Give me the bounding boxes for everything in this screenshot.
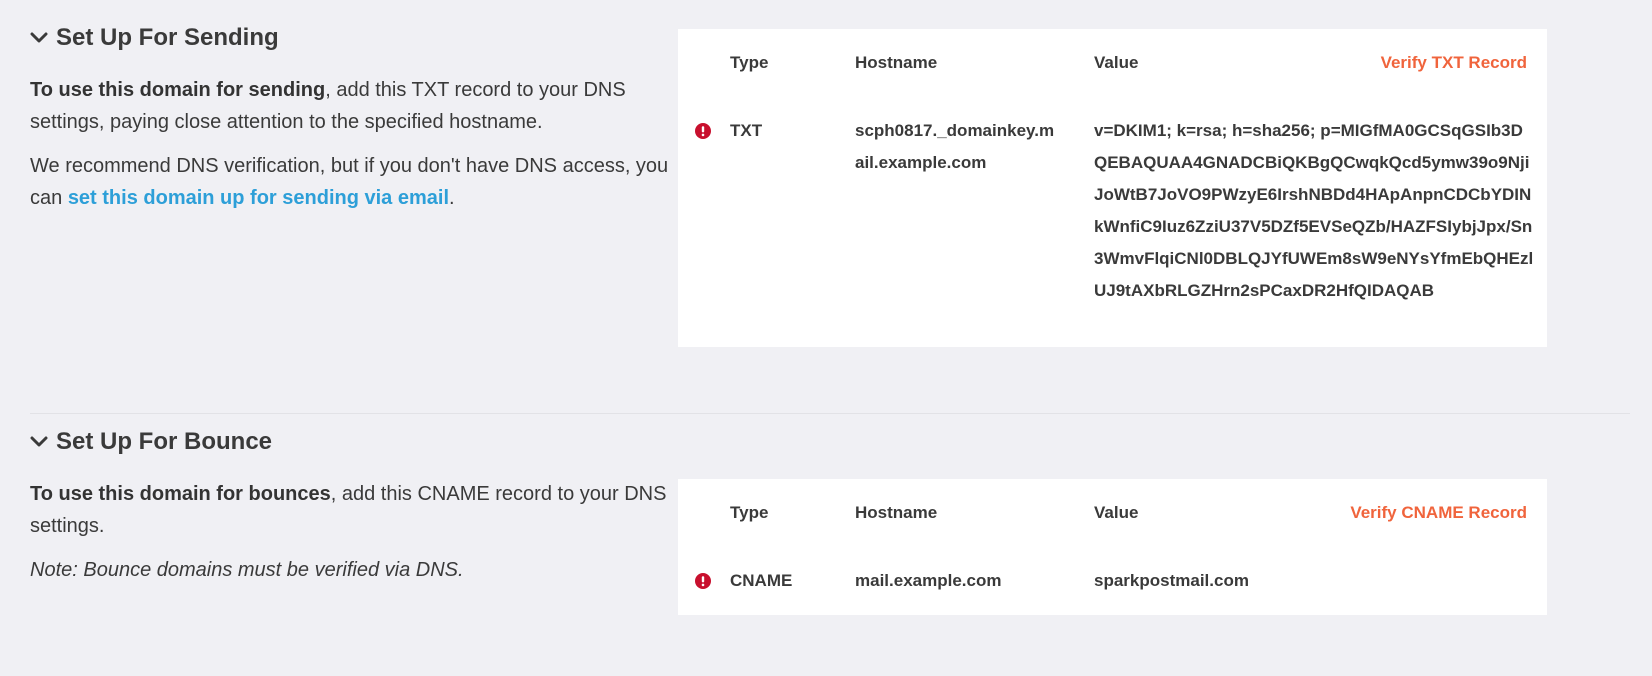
error-icon: [695, 123, 711, 139]
sending-heading-label: Set Up For Sending: [56, 24, 279, 51]
error-icon: [695, 573, 711, 589]
chevron-down-icon: [30, 436, 48, 447]
txt-row-hostname: scph0817._domainkey.mail.example.com: [855, 121, 1055, 172]
txt-row-value: v=DKIM1; k=rsa; h=sha256; p=MIGfMA0GCSqG…: [1094, 121, 1534, 300]
sending-description: Set Up For Sending To use this domain fo…: [30, 24, 670, 214]
sending-intro: To use this domain for sending, add this…: [30, 74, 670, 138]
cname-row-value: sparkpostmail.com: [1094, 571, 1249, 590]
send-via-email-link[interactable]: set this domain up for sending via email: [68, 187, 449, 209]
txt-row-type: TXT: [730, 121, 763, 140]
cname-row-type: CNAME: [730, 571, 793, 590]
value-column-header: Value: [1094, 503, 1139, 522]
sending-recommend: We recommend DNS verification, but if yo…: [30, 150, 670, 214]
bounce-intro: To use this domain for bounces, add this…: [30, 478, 670, 542]
value-column-header: Value: [1094, 53, 1139, 72]
sending-intro-bold: To use this domain for sending: [30, 79, 326, 101]
cname-record-card: Type Hostname Value Verify CNAME Record …: [678, 479, 1547, 615]
bounce-heading-label: Set Up For Bounce: [56, 428, 273, 455]
bounce-description: Set Up For Bounce To use this domain for…: [30, 428, 670, 586]
chevron-down-icon: [30, 32, 48, 43]
hostname-column-header: Hostname: [855, 503, 938, 522]
cname-row-hostname: mail.example.com: [855, 571, 1002, 590]
bounce-intro-bold: To use this domain for bounces: [30, 483, 331, 505]
verify-cname-record-button[interactable]: Verify CNAME Record: [1350, 503, 1527, 523]
bounce-heading[interactable]: Set Up For Bounce: [30, 428, 670, 456]
txt-record-card: Type Hostname Value Verify TXT Record TX…: [678, 29, 1547, 347]
type-column-header: Type: [730, 53, 769, 72]
sending-heading[interactable]: Set Up For Sending: [30, 24, 670, 52]
sending-recommend-end: .: [449, 187, 455, 209]
section-divider: [30, 413, 1630, 414]
verify-txt-record-button[interactable]: Verify TXT Record: [1381, 53, 1527, 73]
hostname-column-header: Hostname: [855, 53, 938, 72]
type-column-header: Type: [730, 503, 769, 522]
bounce-note: Note: Bounce domains must be verified vi…: [30, 559, 464, 581]
